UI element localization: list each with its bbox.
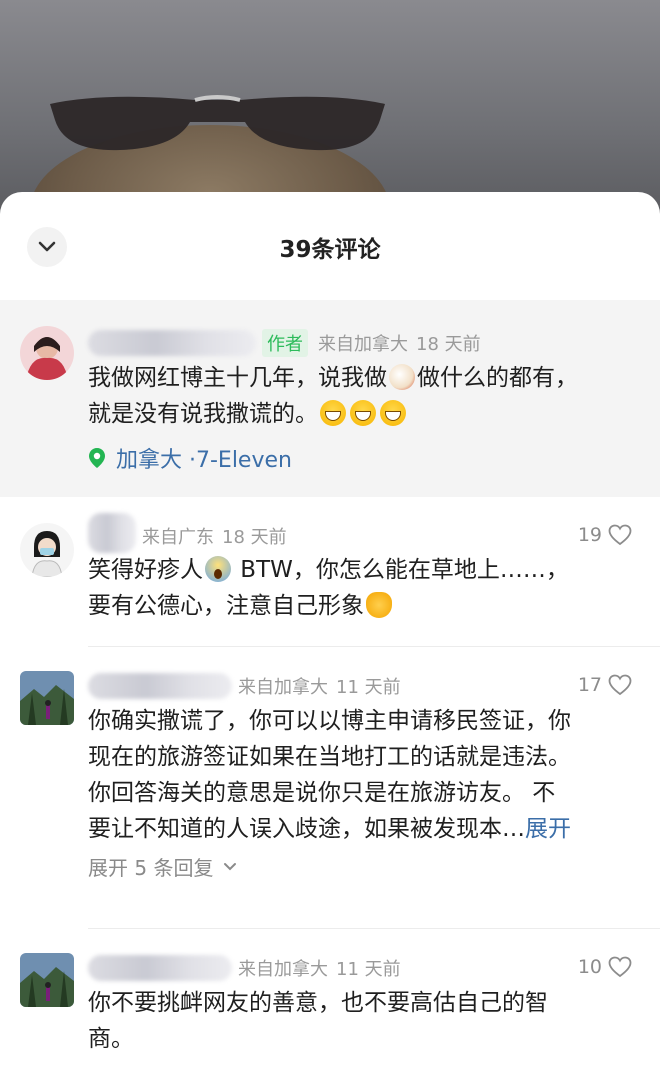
comment-meta: 来自加拿大 11 天前 [88, 671, 401, 701]
avatar[interactable] [20, 326, 74, 380]
video-subject-sunglasses [50, 95, 385, 151]
location-tag[interactable]: 加拿大 ·7-Eleven [88, 442, 292, 474]
heart-icon [608, 956, 632, 978]
comment-line: 要有公德心，注意自己形象 [88, 593, 364, 619]
comment-time: 18 天前 [222, 527, 287, 548]
avatar[interactable] [20, 523, 74, 577]
like-count: 10 [577, 956, 602, 978]
location-pin-icon [89, 448, 105, 468]
like-count: 19 [577, 524, 602, 546]
comment-item-author[interactable]: 作者 来自加拿大 18 天前 我做网红博主十几年，说我做 做什么的都有， 就是没有… [0, 300, 660, 497]
like-button[interactable]: 10 [578, 956, 632, 978]
comment-line: 就是没有说我撒谎的。 [88, 401, 318, 427]
heart-icon [608, 674, 632, 696]
expand-text-link[interactable]: 展开 [525, 816, 571, 842]
comment-item[interactable]: 来自加拿大 11 天前 10 你不要挑衅网友的善意，也不要高估自己的智 商。 [0, 929, 660, 1065]
like-button[interactable]: 17 [578, 674, 632, 696]
comment-meta: 来自广东 18 天前 [88, 513, 287, 553]
username-blurred[interactable] [88, 330, 256, 356]
username-blurred[interactable] [88, 513, 136, 553]
chevron-down-icon [224, 862, 237, 870]
comment-line: BTW，你怎么能在草地上……， [233, 557, 569, 583]
comment-line: 笑得好疹人 [88, 557, 203, 583]
comment-time: 18 天前 [416, 334, 481, 355]
comment-meta: 作者 来自加拿大 18 天前 [88, 328, 481, 358]
avatar[interactable] [20, 671, 74, 725]
video-background[interactable] [0, 0, 660, 215]
comment-line: 商。 [88, 1026, 134, 1052]
comment-line: 现在的旅游签证如果在当地打工的话就是违法。 [88, 744, 571, 770]
avatar-image [20, 671, 74, 725]
comment-line: 你不要挑衅网友的善意，也不要高估自己的智 [88, 990, 548, 1016]
comment-text[interactable]: 你确实撒谎了，你可以以博主申请移民签证，你 现在的旅游签证如果在当地打工的话就是… [88, 703, 632, 847]
comment-time: 11 天前 [336, 959, 401, 980]
like-button[interactable]: 19 [578, 524, 632, 546]
comment-meta: 来自加拿大 11 天前 [88, 953, 401, 983]
comment-region: 来自加拿大 [238, 959, 328, 980]
comment-line: 你确实撒谎了，你可以以博主申请移民签证，你 [88, 708, 571, 734]
expand-replies-label: 展开 5 条回复 [88, 856, 214, 880]
grin-emoji-icon [320, 400, 346, 426]
rooster-emoji-icon [389, 364, 415, 390]
comment-text[interactable]: 我做网红博主十几年，说我做 做什么的都有， 就是没有说我撒谎的。 [88, 360, 632, 432]
location-label: 加拿大 ·7-Eleven [116, 448, 292, 473]
avatar-image [20, 523, 74, 577]
avatar[interactable] [20, 953, 74, 1007]
comment-region: 来自广东 [142, 527, 214, 548]
sheet-header: 39条评论 [0, 192, 660, 300]
heart-icon [608, 524, 632, 546]
comment-line: 你回答海关的意思是说你只是在旅游访友。 不 [88, 780, 556, 806]
author-badge: 作者 [262, 329, 308, 357]
comment-text[interactable]: 你不要挑衅网友的善意，也不要高估自己的智 商。 [88, 985, 632, 1057]
comment-line: 要让不知道的人误入歧途，如果被发现本… [88, 816, 525, 842]
avatar-image [20, 326, 74, 380]
comments-count-title: 39条评论 [279, 237, 381, 263]
comment-line: 做什么的都有， [417, 365, 578, 391]
comment-text[interactable]: 笑得好疹人 BTW，你怎么能在草地上……， 要有公德心，注意自己形象 [88, 552, 632, 624]
scream-emoji-icon [205, 556, 231, 582]
grin-emoji-icon [380, 400, 406, 426]
comments-sheet: 39条评论 作者 来自加拿大 18 天前 我做网红博主十几年，说我做 做什么的都有… [0, 192, 660, 1065]
comment-line: 我做网红博主十几年，说我做 [88, 365, 387, 391]
comment-region: 来自加拿大 [238, 677, 328, 698]
like-count: 17 [577, 674, 602, 696]
comment-time: 11 天前 [336, 677, 401, 698]
comment-region: 来自加拿大 [318, 334, 408, 355]
comment-item[interactable]: 来自广东 18 天前 19 笑得好疹人 BTW，你怎么能在草地上……， 要有公德… [0, 497, 660, 647]
grin-emoji-icon [350, 400, 376, 426]
username-blurred[interactable] [88, 955, 232, 981]
comment-item[interactable]: 来自加拿大 11 天前 17 你确实撒谎了，你可以以博主申请移民签证，你 现在的… [0, 647, 660, 929]
cat-emoji-icon [366, 592, 392, 618]
avatar-image [20, 953, 74, 1007]
expand-replies-button[interactable]: 展开 5 条回复 [88, 852, 237, 881]
username-blurred[interactable] [88, 673, 232, 699]
